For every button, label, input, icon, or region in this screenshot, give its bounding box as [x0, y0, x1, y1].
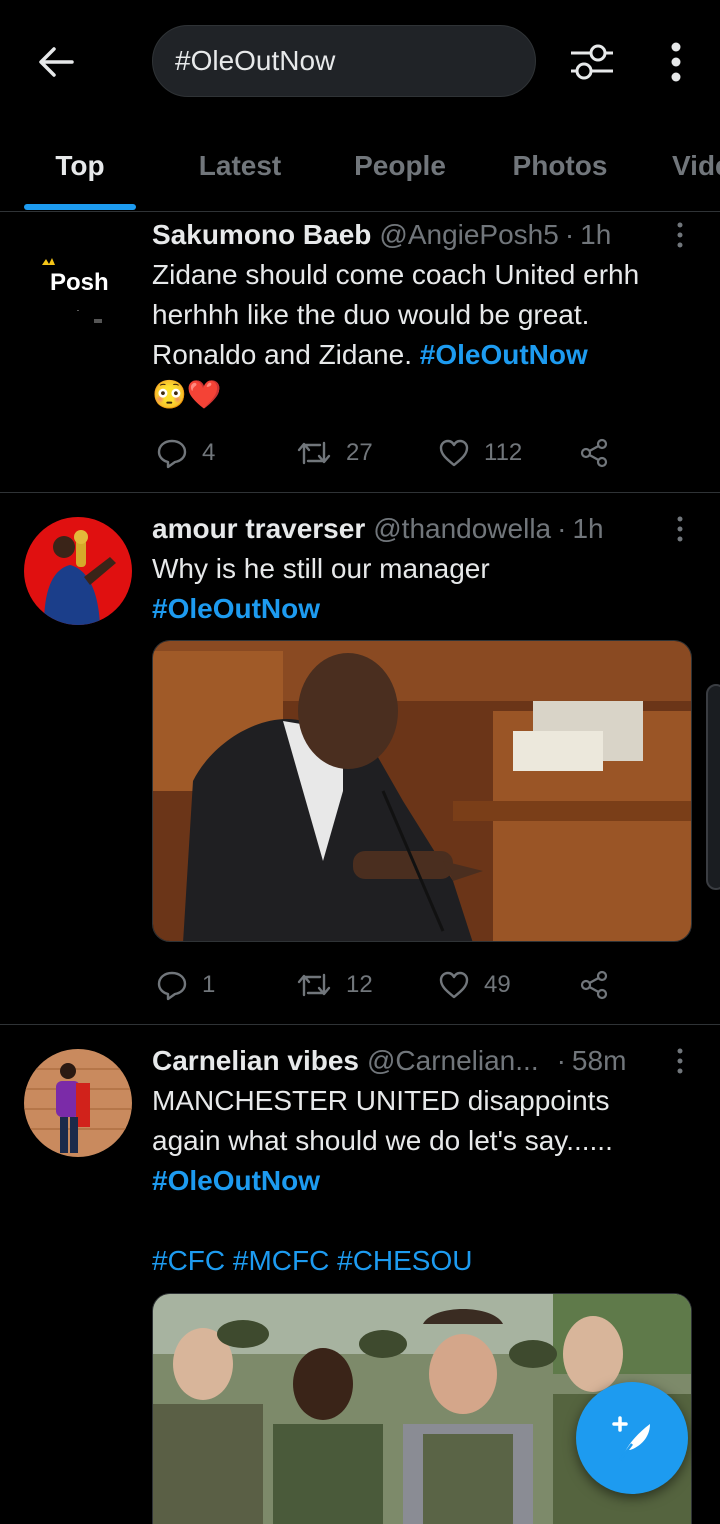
- amour-avatar-image: [24, 517, 132, 625]
- reply-count: 1: [202, 971, 216, 998]
- tweet-options-button[interactable]: [668, 509, 692, 549]
- tweet-line: Ronaldo and Zidane.: [152, 339, 420, 370]
- tab-videos[interactable]: Vide: [672, 120, 720, 211]
- reply-icon: [157, 439, 187, 469]
- search-filter-button[interactable]: [566, 38, 618, 86]
- hashtag-link[interactable]: #OleOutNow: [152, 1165, 320, 1196]
- more-vertical-icon: [677, 222, 683, 248]
- timestamp[interactable]: 1h: [580, 219, 611, 251]
- user-handle[interactable]: @Carnelian...: [367, 1045, 539, 1077]
- reply-button[interactable]: 4: [156, 433, 215, 473]
- back-button[interactable]: [30, 38, 82, 86]
- svg-text:.: .: [77, 304, 79, 313]
- heart-icon: [439, 439, 469, 467]
- tweet-line: Why is he still our manager: [152, 553, 490, 584]
- tweet-line: herhhh like the duo would be great.: [152, 299, 590, 330]
- heart-icon: [439, 971, 469, 999]
- share-button[interactable]: [578, 965, 624, 1005]
- reply-icon: [157, 971, 187, 1001]
- feather-plus-icon: [612, 1416, 650, 1461]
- retweet-icon: [297, 441, 331, 465]
- tweet-line: Zidane should come coach United erhh: [152, 259, 640, 290]
- tweet-actions: 4 27 112: [152, 433, 632, 473]
- edge-panel-handle[interactable]: [706, 684, 720, 890]
- overflow-menu-button[interactable]: [656, 38, 696, 86]
- separator-dot: ·: [556, 1045, 566, 1076]
- sliders-icon: [571, 44, 613, 80]
- tab-top[interactable]: Top: [20, 120, 140, 211]
- tweet-header: Sakumono Baeb @AngiePosh5 · 1h: [152, 215, 660, 255]
- tweet[interactable]: amour traverser @thandowella · 1h Why is…: [0, 493, 720, 1025]
- tab-people[interactable]: People: [340, 120, 460, 211]
- like-count: 112: [484, 439, 523, 466]
- search-input[interactable]: #OleOutNow: [152, 25, 536, 97]
- display-name[interactable]: Sakumono Baeb: [152, 219, 371, 251]
- tweet-text: MANCHESTER UNITED disappoints again what…: [152, 1081, 692, 1281]
- share-button[interactable]: [578, 433, 624, 473]
- carnelian-avatar-image: [24, 1049, 132, 1157]
- retweet-button[interactable]: 12: [296, 965, 373, 1005]
- timestamp[interactable]: 1h: [572, 513, 603, 545]
- timestamp[interactable]: 58m: [572, 1045, 626, 1077]
- search-tabs: Top Latest People Photos Vide: [0, 120, 720, 212]
- like-button[interactable]: 49: [438, 965, 511, 1005]
- parliament-speaker-photo: [153, 641, 691, 941]
- separator-dot: ·: [557, 513, 567, 544]
- hashtag-link[interactable]: #OleOutNow: [420, 339, 588, 370]
- tweet-header: Carnelian vibes @Carnelian... · 58m: [152, 1041, 660, 1081]
- tab-latest[interactable]: Latest: [180, 120, 300, 211]
- top-app-bar: #OleOutNow: [0, 0, 720, 120]
- tweet-media-image[interactable]: [152, 640, 692, 942]
- display-name[interactable]: amour traverser: [152, 513, 365, 545]
- back-arrow-icon: [39, 47, 74, 77]
- more-vertical-icon: [671, 42, 681, 82]
- avatar[interactable]: [24, 1049, 132, 1157]
- compose-tweet-button[interactable]: [576, 1382, 688, 1494]
- retweet-count: 12: [346, 971, 373, 998]
- hashtag-links[interactable]: #CFC #MCFC #CHESOU: [152, 1245, 472, 1276]
- share-icon: [580, 970, 608, 1000]
- like-count: 49: [484, 971, 511, 998]
- tweet-line: MANCHESTER UNITED disappoints: [152, 1085, 610, 1116]
- tweet-line: again what should we do let's say......: [152, 1125, 613, 1156]
- tab-photos[interactable]: Photos: [500, 120, 620, 211]
- tweet-header: amour traverser @thandowella · 1h: [152, 509, 660, 549]
- reply-button[interactable]: 1: [156, 965, 215, 1005]
- share-icon: [580, 438, 608, 468]
- active-tab-indicator: [24, 204, 136, 210]
- hashtag-link[interactable]: #OleOutNow: [152, 593, 320, 624]
- retweet-button[interactable]: 27: [296, 433, 373, 473]
- display-name[interactable]: Carnelian vibes: [152, 1045, 359, 1077]
- tweet-actions: 1 12 49: [152, 965, 632, 1005]
- retweet-icon: [297, 973, 331, 997]
- avatar-text: Posh: [50, 269, 109, 296]
- search-query: #OleOutNow: [175, 45, 336, 76]
- user-handle[interactable]: @thandowella: [373, 513, 551, 545]
- more-vertical-icon: [677, 516, 683, 542]
- user-handle[interactable]: @AngiePosh5: [379, 219, 558, 251]
- avatar[interactable]: . Posh: [24, 233, 132, 341]
- tweet-options-button[interactable]: [668, 215, 692, 255]
- avatar[interactable]: [24, 517, 132, 625]
- tweet-options-button[interactable]: [668, 1041, 692, 1081]
- tweet-text: Zidane should come coach United erhh her…: [152, 255, 692, 415]
- more-vertical-icon: [677, 1048, 683, 1074]
- retweet-count: 27: [346, 439, 373, 466]
- emoji-line: 😳❤️: [152, 379, 222, 410]
- tweet[interactable]: . Posh Sakumono Baeb @AngiePosh5 · 1h Zi…: [0, 213, 720, 493]
- tweet-text: Why is he still our manager #OleOutNow: [152, 549, 692, 629]
- reply-count: 4: [202, 439, 216, 466]
- separator-dot: ·: [564, 219, 575, 250]
- like-button[interactable]: 112: [438, 433, 522, 473]
